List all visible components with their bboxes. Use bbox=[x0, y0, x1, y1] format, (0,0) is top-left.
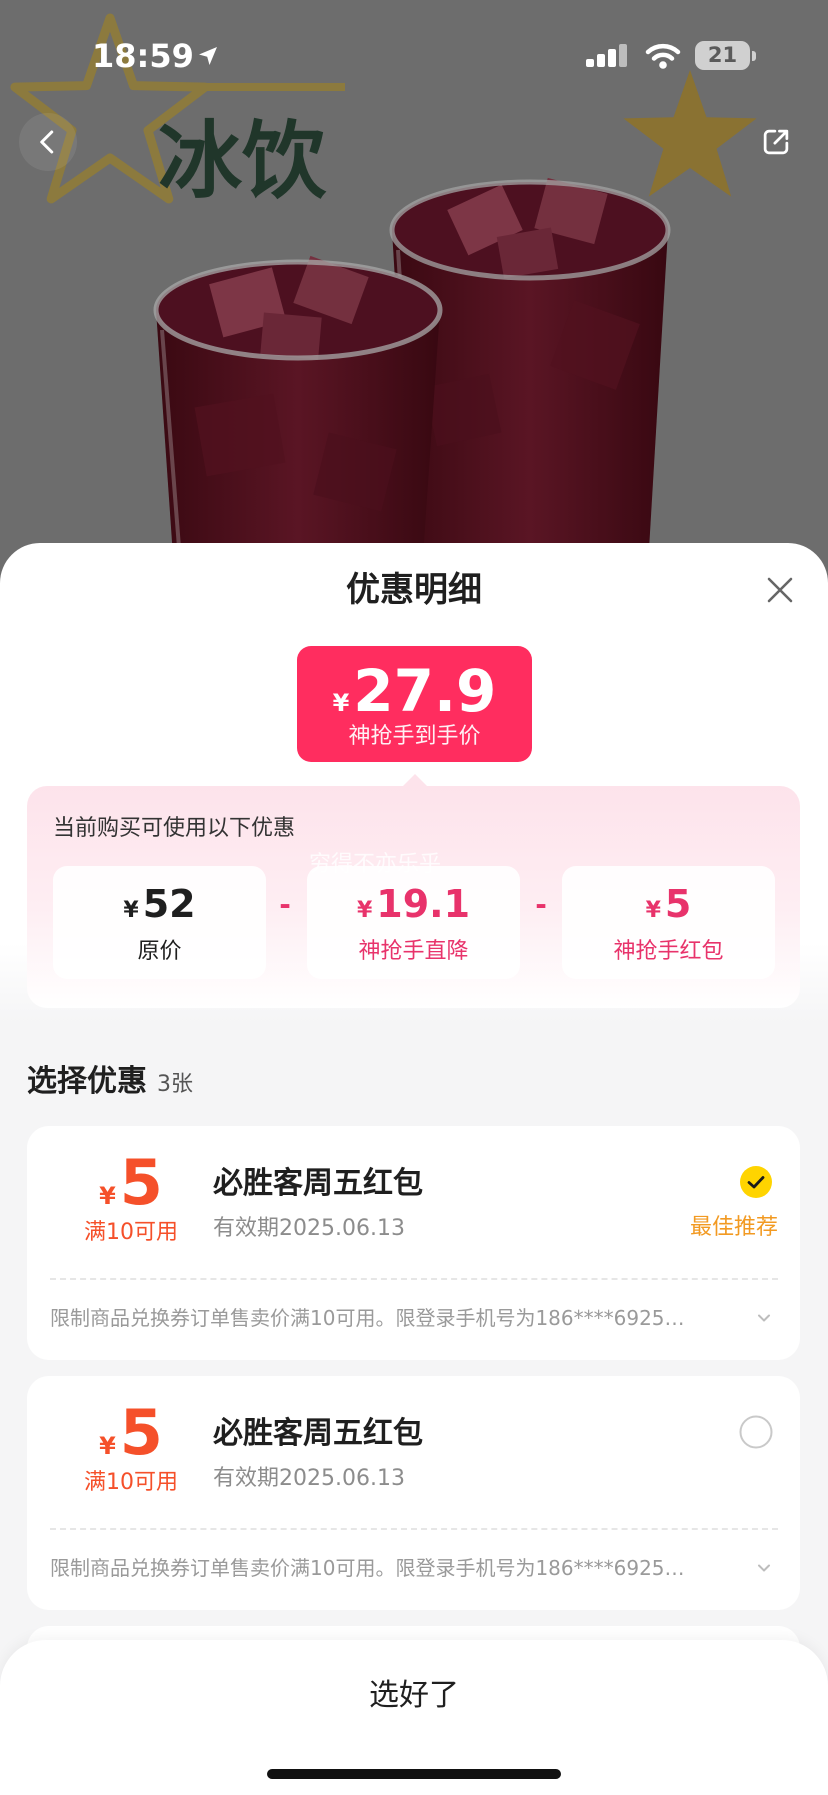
cellular-signal-icon bbox=[586, 44, 627, 67]
dashed-divider bbox=[50, 1528, 778, 1530]
breakdown-item-original: ¥52 原价 bbox=[53, 866, 266, 979]
coupon-condition: 满10可用 bbox=[84, 1220, 178, 1245]
watermark: 穷得不亦乐乎 bbox=[309, 852, 442, 877]
battery-cap bbox=[752, 51, 756, 61]
coupon-card[interactable]: ¥5 满10可用 必胜客周五红包 有效期2025.06.13 最佳推荐 限制商品… bbox=[27, 1126, 800, 1360]
coupon-section-title: 选择优惠 bbox=[27, 1064, 147, 1099]
breakdown-amount: ¥5 bbox=[562, 878, 775, 930]
product-hero-image: 冰饮 bbox=[0, 0, 828, 600]
back-button[interactable] bbox=[19, 113, 77, 171]
final-price-label: 神抢手到手价 bbox=[348, 724, 481, 749]
chevron-down-icon[interactable] bbox=[756, 1310, 772, 1326]
final-price-currency: ¥ bbox=[332, 689, 350, 717]
dashed-divider bbox=[50, 1278, 778, 1280]
coupon-condition: 满10可用 bbox=[84, 1470, 178, 1495]
coupon-currency: ¥ bbox=[99, 1432, 116, 1460]
coupon-amount: ¥5 bbox=[66, 1402, 196, 1464]
radio-circle-icon[interactable] bbox=[739, 1415, 773, 1449]
coupon-name: 必胜客周五红包 bbox=[213, 1416, 423, 1451]
minus-operator: - bbox=[279, 888, 291, 921]
coupon-value: 5 bbox=[119, 1146, 163, 1219]
battery-level: 21 bbox=[707, 43, 738, 67]
breakdown-pointer bbox=[403, 774, 427, 786]
breakdown-item-direct-discount: ¥19.1 神抢手直降 bbox=[307, 866, 520, 979]
battery-icon: 21 bbox=[695, 41, 750, 70]
breakdown-item-red-packet: ¥5 神抢手红包 bbox=[562, 866, 775, 979]
chevron-left-icon bbox=[40, 130, 54, 154]
coupon-value: 5 bbox=[119, 1396, 163, 1469]
breakdown-currency: ¥ bbox=[356, 898, 373, 923]
breakdown-caption: 当前购买可使用以下优惠 bbox=[53, 816, 296, 841]
home-indicator bbox=[267, 1769, 561, 1779]
coupon-terms: 限制商品兑换券订单售卖价满10可用。限登录手机号为186****6925… bbox=[50, 1556, 685, 1580]
breakdown-value: 5 bbox=[664, 882, 692, 926]
final-price-amount: 27.9 bbox=[353, 657, 497, 725]
wifi-icon bbox=[645, 43, 681, 69]
breakdown-label: 神抢手红包 bbox=[613, 939, 724, 964]
footer-bar: 选好了 bbox=[0, 1640, 828, 1795]
breakdown-label: 神抢手直降 bbox=[358, 939, 469, 964]
coupon-terms: 限制商品兑换券订单售卖价满10可用。限登录手机号为186****6925… bbox=[50, 1306, 685, 1330]
coupon-section-header: 选择优惠 3张 bbox=[27, 1064, 193, 1100]
breakdown-value: 19.1 bbox=[376, 882, 471, 926]
coupon-count: 3张 bbox=[157, 1072, 193, 1097]
breakdown-currency: ¥ bbox=[123, 898, 139, 923]
minus-operator: - bbox=[535, 888, 547, 921]
coupon-card[interactable]: ¥5 满10可用 必胜客周五红包 有效期2025.06.13 限制商品兑换券订单… bbox=[27, 1376, 800, 1610]
checked-circle-icon[interactable] bbox=[739, 1165, 773, 1199]
hero-headline: 冰饮 bbox=[158, 112, 327, 210]
breakdown-amount: ¥19.1 bbox=[307, 878, 520, 930]
coupon-amount: ¥5 bbox=[66, 1152, 196, 1214]
coupon-name: 必胜客周五红包 bbox=[213, 1166, 423, 1201]
breakdown-value: 52 bbox=[142, 882, 196, 926]
coupon-currency: ¥ bbox=[99, 1182, 116, 1210]
breakdown-label: 原价 bbox=[137, 939, 182, 964]
coupon-validity: 有效期2025.06.13 bbox=[213, 1466, 405, 1491]
breakdown-currency: ¥ bbox=[645, 898, 661, 923]
chevron-down-icon[interactable] bbox=[756, 1560, 772, 1576]
discount-detail-sheet: 优惠明细 ¥27.9 神抢手到手价 当前购买可使用以下优惠 穷得不亦乐乎 ¥52… bbox=[0, 543, 828, 1795]
coupon-validity: 有效期2025.06.13 bbox=[213, 1216, 405, 1241]
sheet-title: 优惠明细 bbox=[346, 570, 482, 610]
price-breakdown: 当前购买可使用以下优惠 穷得不亦乐乎 ¥52 原价 - ¥19.1 神抢手直降 … bbox=[27, 774, 800, 1008]
status-time: 18:59 bbox=[92, 37, 194, 75]
best-recommend-tag: 最佳推荐 bbox=[689, 1215, 778, 1240]
share-icon[interactable] bbox=[760, 126, 792, 158]
final-price-badge: ¥27.9 神抢手到手价 bbox=[297, 646, 532, 762]
location-arrow-icon bbox=[199, 47, 217, 65]
confirm-button[interactable]: 选好了 bbox=[0, 1660, 828, 1732]
final-price: ¥27.9 bbox=[297, 658, 532, 724]
breakdown-amount: ¥52 bbox=[53, 878, 266, 930]
close-icon[interactable] bbox=[764, 574, 796, 606]
